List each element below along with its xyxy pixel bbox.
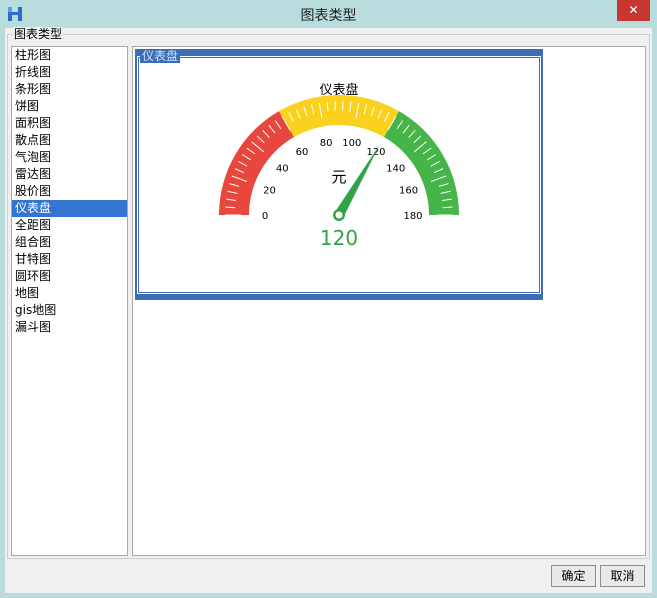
gauge-tick-label: 40: [276, 163, 289, 174]
dialog-body: 图表类型 柱形图 折线图 条形图 饼图 面积图 散点图 气泡图 雷达图 股价图 仪表盘 全距图 组合图…: [5, 27, 652, 593]
gauge-tick-label: 140: [386, 163, 405, 174]
chart-type-item[interactable]: 圆环图: [12, 268, 127, 285]
chart-type-item[interactable]: 雷达图: [12, 166, 127, 183]
chart-type-item[interactable]: gis地图: [12, 302, 127, 319]
chart-type-item[interactable]: 折线图: [12, 64, 127, 81]
gauge-tick: [442, 206, 453, 209]
close-button[interactable]: ✕: [617, 0, 650, 21]
chart-type-item[interactable]: 面积图: [12, 115, 127, 132]
chart-type-item[interactable]: 饼图: [12, 98, 127, 115]
chart-type-item[interactable]: 仪表盘: [12, 200, 127, 217]
window-title: 图表类型: [300, 8, 357, 24]
gauge-tick-label: 0: [262, 211, 268, 222]
gauge-needle-hub-center: [335, 211, 343, 219]
gauge-band: [279, 94, 399, 138]
gauge-chart: 020406080 100120140160180仪表盘元120: [219, 82, 459, 250]
chart-type-item[interactable]: 甘特图: [12, 251, 127, 268]
close-icon: ✕: [628, 3, 639, 17]
preview-canvas: 0 20 40 60 80 100 120 140 160 180 仪表盘元 120: [137, 56, 541, 294]
gauge-tick-label: 20: [263, 186, 276, 197]
gauge-title: 仪表盘: [319, 82, 358, 98]
chart-preview-panel: 0 20 40 60 80 100 120 140 160 180 仪表盘元 120 仪表盘: [132, 46, 646, 556]
chart-type-item[interactable]: 条形图: [12, 81, 127, 98]
groupbox-label: 图表类型: [13, 27, 64, 41]
chart-type-list[interactable]: 柱形图 折线图 条形图 饼图 面积图 散点图 气泡图 雷达图 股价图 仪表盘 全距图 组合图 甘特图 圆环…: [11, 46, 128, 556]
gauge-value: 120: [320, 226, 358, 250]
gauge-tick-label: 120: [366, 147, 385, 158]
chart-type-item[interactable]: 漏斗图: [12, 319, 127, 336]
preview-frame-label: 仪表盘: [140, 49, 181, 63]
chart-type-item[interactable]: 地图: [12, 285, 127, 302]
chart-type-item[interactable]: 气泡图: [12, 149, 127, 166]
gauge-tick-label: 180: [403, 211, 422, 222]
chart-type-item[interactable]: 散点图: [12, 132, 127, 149]
chart-type-item[interactable]: 组合图: [12, 234, 127, 251]
gauge-unit: 元: [331, 168, 346, 186]
chart-type-groupbox: 图表类型 柱形图 折线图 条形图 饼图 面积图 散点图 气泡图 雷达图 股价图 仪表盘 全距图 组合图…: [7, 27, 650, 559]
cancel-button[interactable]: 取消: [600, 565, 645, 587]
chart-type-item[interactable]: 股价图: [12, 183, 127, 200]
gauge-tick-label: 160: [399, 186, 418, 197]
gauge-tick-label: 60: [296, 147, 309, 158]
chart-type-item[interactable]: 柱形图: [12, 47, 127, 64]
gauge-tick-label: 100: [342, 138, 361, 149]
title-bar[interactable]: 图表类型 ✕: [0, 0, 657, 28]
ok-button[interactable]: 确定: [551, 565, 596, 587]
preview-frame: 0 20 40 60 80 100 120 140 160 180 仪表盘元 120 仪表盘: [135, 49, 543, 300]
gauge-tick: [225, 206, 236, 209]
gauge-tick-label: 80: [320, 138, 333, 149]
chart-type-item[interactable]: 全距图: [12, 217, 127, 234]
